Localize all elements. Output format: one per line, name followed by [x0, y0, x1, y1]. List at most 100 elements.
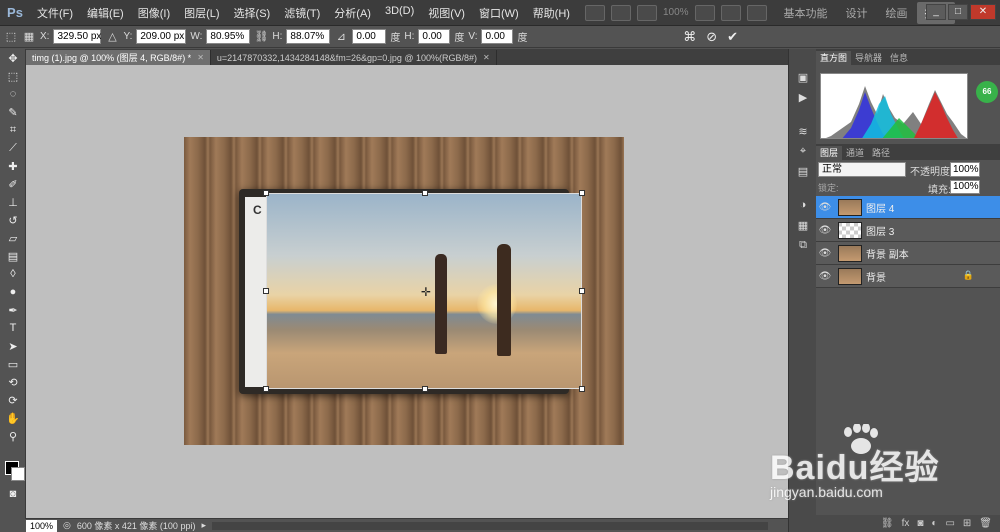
angle-field[interactable]: 0.00: [352, 29, 387, 44]
x-field[interactable]: 329.50 px: [53, 29, 102, 44]
panel-tab[interactable]: 直方图: [816, 51, 852, 65]
history-panel-icon[interactable]: ▣: [789, 67, 817, 87]
document-tab[interactable]: timg (1).jpg @ 100% (图层 4, RGB/8#) * ✕: [26, 50, 211, 65]
fill-field[interactable]: 100%: [950, 180, 980, 194]
type-tool-icon[interactable]: T: [0, 319, 26, 337]
transform-handle[interactable]: [579, 386, 585, 392]
visibility-eye-icon[interactable]: 👁: [816, 248, 834, 259]
status-info-icon[interactable]: ◎: [63, 520, 71, 531]
visibility-eye-icon[interactable]: 👁: [816, 202, 834, 213]
quick-mask-icon[interactable]: ◙: [0, 485, 26, 503]
mini-bridge-button[interactable]: [610, 4, 631, 21]
opacity-field[interactable]: 100%: [950, 162, 980, 177]
layer-row[interactable]: 👁 背景 副本: [816, 242, 1000, 265]
transformed-photo-layer[interactable]: ✛: [263, 190, 585, 392]
cancel-transform-icon[interactable]: ⊘: [706, 29, 717, 45]
commit-transform-icon[interactable]: ✔: [727, 29, 738, 45]
close-tab-icon[interactable]: ✕: [197, 53, 204, 62]
status-menu-icon[interactable]: ▸: [201, 520, 206, 531]
shape-tool-icon[interactable]: ▭: [0, 355, 26, 373]
hand-tool-icon[interactable]: ✋: [0, 409, 26, 427]
blend-mode-select[interactable]: 正常: [818, 162, 906, 177]
brushes-panel-icon[interactable]: ▤: [789, 161, 817, 181]
transform-handle[interactable]: [263, 190, 269, 196]
document-tab[interactable]: u=2147870332,1434284148&fm=26&gp=0.jpg @…: [211, 50, 497, 65]
menu-item[interactable]: 帮助(H): [526, 5, 577, 21]
3d-rotate-tool-icon[interactable]: ⟲: [0, 373, 26, 391]
menu-item[interactable]: 窗口(W): [472, 5, 526, 21]
canvas-area[interactable]: C ✛: [26, 65, 788, 518]
warp-icon[interactable]: ⌘: [683, 29, 696, 45]
menu-item[interactable]: 3D(D): [378, 5, 421, 21]
workspace-button[interactable]: 基本功能: [775, 5, 837, 21]
3d-orbit-tool-icon[interactable]: ⟳: [0, 391, 26, 409]
adjustments-panel-icon[interactable]: ≋: [789, 121, 817, 141]
link-layers-icon[interactable]: ⛓: [881, 518, 894, 529]
screen-mode-button[interactable]: [746, 4, 767, 21]
panel-tab[interactable]: 通道: [842, 146, 868, 160]
close-tab-icon[interactable]: ✕: [483, 53, 490, 62]
transform-handle[interactable]: [579, 288, 585, 294]
transform-handle[interactable]: [263, 386, 269, 392]
menu-item[interactable]: 滤镜(T): [277, 5, 327, 21]
swatches-panel-icon[interactable]: ▦: [789, 215, 817, 235]
marquee-tool-icon[interactable]: ⬚: [0, 67, 26, 85]
menu-item[interactable]: 编辑(E): [80, 5, 131, 21]
new-layer-icon[interactable]: ⊞: [963, 518, 971, 529]
crop-tool-icon[interactable]: ⌗: [0, 121, 26, 139]
blur-tool-icon[interactable]: ◊: [0, 265, 26, 283]
gradient-tool-icon[interactable]: ▤: [0, 247, 26, 265]
quick-select-tool-icon[interactable]: ✎: [0, 103, 26, 121]
clone-source-panel-icon[interactable]: ⧉: [789, 235, 817, 255]
layer-style-icon[interactable]: fx: [902, 518, 910, 529]
clone-stamp-tool-icon[interactable]: ⊥: [0, 193, 26, 211]
vskew-field[interactable]: 0.00: [481, 29, 514, 44]
brush-tool-icon[interactable]: ✐: [0, 175, 26, 193]
close-button[interactable]: ✕: [970, 4, 996, 20]
panel-tab[interactable]: 图层: [816, 146, 843, 160]
menu-item[interactable]: 文件(F): [30, 5, 80, 21]
hskew-field[interactable]: 0.00: [418, 29, 451, 44]
masks-panel-icon[interactable]: ⌖: [789, 141, 817, 161]
bridge-button[interactable]: [584, 4, 605, 21]
path-select-tool-icon[interactable]: ➤: [0, 337, 26, 355]
reference-point-icon[interactable]: ▦: [22, 30, 36, 43]
actions-panel-icon[interactable]: ▶: [789, 87, 817, 107]
menu-item[interactable]: 图层(L): [177, 5, 226, 21]
visibility-eye-icon[interactable]: 👁: [816, 271, 834, 282]
maximize-button[interactable]: □: [948, 4, 968, 20]
eraser-tool-icon[interactable]: ▱: [0, 229, 26, 247]
workspace-button[interactable]: 绘画: [877, 5, 917, 21]
arrange-documents-button[interactable]: [720, 4, 741, 21]
status-zoom-field[interactable]: 100%: [26, 519, 58, 532]
transform-handle[interactable]: [422, 386, 428, 392]
move-tool-icon[interactable]: ✥: [0, 49, 26, 67]
hand-tool-button[interactable]: [694, 4, 715, 21]
menu-item[interactable]: 分析(A): [327, 5, 378, 21]
document-canvas[interactable]: C ✛: [184, 137, 624, 445]
zoom-level[interactable]: 100%: [663, 7, 689, 18]
y-field[interactable]: 209.00 px: [136, 29, 187, 44]
horizontal-scrollbar[interactable]: [211, 521, 768, 530]
width-field[interactable]: 80.95%: [206, 29, 251, 44]
eyedropper-tool-icon[interactable]: ⟋: [0, 139, 26, 157]
panel-tab[interactable]: 信息: [886, 51, 912, 65]
height-field[interactable]: 88.07%: [286, 29, 331, 44]
add-mask-icon[interactable]: ◙: [917, 518, 923, 529]
transform-center-icon[interactable]: ✛: [421, 285, 431, 299]
link-icon[interactable]: ⛓: [254, 30, 268, 43]
layer-row[interactable]: 👁 图层 3: [816, 219, 1000, 242]
transform-handle[interactable]: [579, 190, 585, 196]
adjustment-layer-icon[interactable]: ◐: [931, 518, 937, 529]
delete-layer-icon[interactable]: 🗑: [979, 518, 992, 529]
panel-tab[interactable]: 导航器: [851, 51, 886, 65]
dodge-tool-icon[interactable]: ●: [0, 283, 26, 301]
transform-handle[interactable]: [263, 288, 269, 294]
new-group-icon[interactable]: ▭: [945, 518, 954, 529]
zoom-tool-icon[interactable]: ⚲: [0, 427, 26, 445]
styles-panel-icon[interactable]: ◑: [789, 195, 817, 215]
workspace-button[interactable]: 设计: [837, 5, 877, 21]
healing-brush-tool-icon[interactable]: ✚: [0, 157, 26, 175]
layer-row[interactable]: 👁 图层 4: [816, 196, 1000, 219]
menu-item[interactable]: 图像(I): [131, 5, 177, 21]
